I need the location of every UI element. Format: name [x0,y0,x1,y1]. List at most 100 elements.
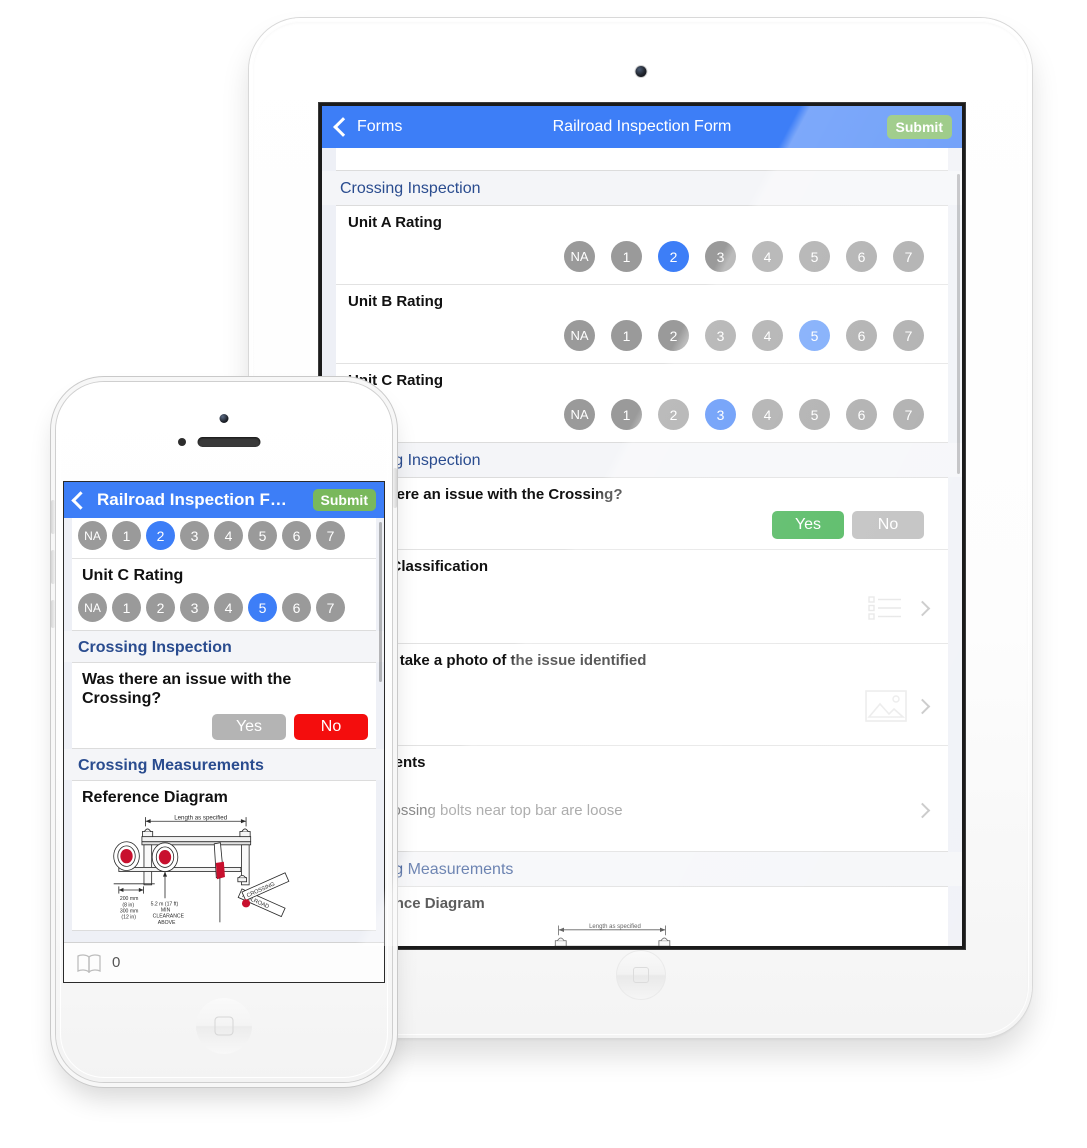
rating-option-7[interactable]: 7 [316,593,345,623]
rating-option-na[interactable]: NA [78,521,107,550]
rating-option-5[interactable]: 5 [248,593,277,623]
rating-option-6[interactable]: 6 [282,521,311,550]
svg-text:CLEARANCE: CLEARANCE [153,913,185,919]
partial-card-top [336,148,948,171]
rating-option-4[interactable]: 4 [752,399,783,430]
rating-option-1[interactable]: 1 [611,320,642,351]
rating-option-7[interactable]: 7 [893,241,924,272]
rating-option-6[interactable]: 6 [282,593,311,623]
section-header-crossing-inspection-2: Crossing Inspection [322,443,962,477]
partial-rating-options: NA 1 2 3 4 5 6 7 [72,518,376,558]
question-label-photo: Please take a photo of the issue identif… [348,652,647,669]
rating-option-7[interactable]: 7 [893,320,924,351]
yes-button[interactable]: Yes [772,511,844,539]
rating-option-1[interactable]: 1 [112,593,141,623]
rating-option-4[interactable]: 4 [752,241,783,272]
rating-row-unit-a: Unit A Rating NA 1 2 3 4 5 6 7 [336,206,948,285]
rating-option-3[interactable]: 3 [180,521,209,550]
submit-button[interactable]: Submit [312,489,376,511]
rating-row-unit-b: Unit B Rating NA 1 2 3 4 5 6 7 [336,285,948,364]
rating-option-4[interactable]: 4 [214,521,243,550]
rating-option-6[interactable]: 6 [846,399,877,430]
chevron-left-icon [333,117,353,137]
book-icon[interactable] [76,953,102,973]
rating-option-5[interactable]: 5 [248,521,277,550]
mute-switch[interactable] [51,600,55,628]
vertical-scrollbar[interactable] [379,522,382,682]
volume-up-button[interactable] [51,500,55,534]
page-title: Railroad Inspection Form [552,118,732,135]
question-label-comments: Comments [336,746,948,775]
reference-diagram-tablet: RAILROAD CROSSING [336,916,948,946]
rating-option-5[interactable]: 5 [799,399,830,430]
rating-option-2[interactable]: 2 [146,521,175,550]
rating-option-3[interactable]: 3 [705,241,736,272]
rating-option-4[interactable]: 4 [752,320,783,351]
rating-option-3[interactable]: 3 [705,399,736,430]
rating-option-2[interactable]: 2 [658,399,689,430]
rating-row-unit-c: Unit C Rating NA 1 2 3 4 5 6 7 [336,364,948,442]
vertical-scrollbar[interactable] [957,174,960,474]
question-row-issue: Was there an issue with the Crossing? Ye… [336,478,948,550]
question-label-issue: Was there an issue with the Crossing? [82,671,292,708]
back-button-label: Forms [357,118,403,135]
photo-placeholder-icon [865,690,907,722]
section-header-crossing-measurements: Crossing Measurements [322,852,962,886]
photo-value-row[interactable] [336,673,948,745]
volume-down-button[interactable] [51,550,55,584]
rating-option-7[interactable]: 7 [893,399,924,430]
diagram-label: Reference Diagram [82,788,228,806]
question-label-issue: Was there an issue with the Crossing? [348,486,623,503]
rating-option-2[interactable]: 2 [658,320,689,351]
rating-option-na[interactable]: NA [564,241,595,272]
rating-option-1[interactable]: 1 [611,399,642,430]
screenshot-stage: Forms Railroad Inspection Form Submit Cr… [0,0,1087,1148]
power-button[interactable] [393,468,397,508]
no-button[interactable]: No [294,713,368,740]
page-title: Railroad Inspection F… [97,490,287,509]
rating-option-2[interactable]: 2 [658,241,689,272]
back-button[interactable]: Forms [322,117,403,137]
measurements-card: Reference Diagram [72,779,376,931]
rating-option-1[interactable]: 1 [611,241,642,272]
phone-earpiece-speaker [197,437,261,447]
rating-option-6[interactable]: 6 [846,241,877,272]
tablet-form-body: Crossing Inspection Unit A Rating NA 1 2… [322,148,962,946]
rating-option-5[interactable]: 5 [799,241,830,272]
back-button[interactable] [64,490,90,510]
list-icon [868,596,901,620]
question-row-photo[interactable]: Please take a photo of the issue identif… [336,644,948,746]
rating-option-3[interactable]: 3 [180,593,209,623]
svg-text:(12 in): (12 in) [121,914,136,920]
yes-button[interactable]: Yes [212,713,286,740]
crossing-inspection-card: Was there an issue with the Crossing? Ye… [72,662,376,749]
svg-text:200 mm: 200 mm [120,896,139,902]
question-row-comments[interactable]: Comments The crossing bolts near top bar… [336,746,948,851]
yes-no-group: Yes No [72,712,376,748]
rating-option-6[interactable]: 6 [846,320,877,351]
railroad-crossing-diagram: RAILROAD CROSSING [554,924,671,946]
reference-count: 0 [112,954,121,971]
no-button[interactable]: No [852,511,924,539]
comments-value-row[interactable]: The crossing bolts near top bar are loos… [336,775,948,851]
rating-option-na[interactable]: NA [78,593,107,623]
rating-option-3[interactable]: 3 [705,320,736,351]
svg-text:MIN: MIN [161,907,171,913]
tablet-home-button[interactable] [615,950,666,1000]
rating-option-na[interactable]: NA [564,399,595,430]
submit-button[interactable]: Submit [886,115,952,139]
rating-option-2[interactable]: 2 [146,593,175,623]
rating-option-na[interactable]: NA [564,320,595,351]
classification-value-row[interactable] [336,579,948,643]
reference-diagram-phone: RAILROAD CROSSING Length as specified 20… [72,809,376,930]
rating-options-unit-a: NA 1 2 3 4 5 6 7 [336,235,948,284]
tablet-front-camera-icon [635,66,646,77]
rating-option-5[interactable]: 5 [799,320,830,351]
rating-option-4[interactable]: 4 [214,593,243,623]
rating-option-1[interactable]: 1 [112,521,141,550]
chevron-right-icon [914,698,931,714]
phone-home-button[interactable] [196,998,252,1054]
question-row-classification[interactable]: Issue Classification [336,550,948,644]
measurements-card: Reference Diagram [336,886,948,946]
rating-option-7[interactable]: 7 [316,521,345,550]
